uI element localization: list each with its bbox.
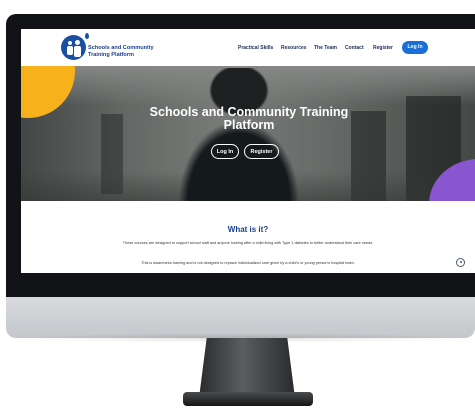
nav-login-button[interactable]: Log In bbox=[402, 41, 428, 54]
section-paragraph: These courses are designed to support sc… bbox=[122, 241, 374, 245]
logo-droplet-icon bbox=[85, 33, 89, 39]
nav-item-contact[interactable]: Contact bbox=[345, 45, 364, 51]
monitor-stand-neck bbox=[199, 338, 295, 398]
nav-item-the-team[interactable]: The Team bbox=[314, 45, 337, 51]
monitor-chin bbox=[6, 297, 475, 338]
logo-mark-icon[interactable] bbox=[61, 35, 86, 60]
hero-section: Schools and Community Training Platform … bbox=[21, 66, 475, 201]
monitor-stand-base bbox=[183, 392, 313, 406]
what-is-it-section: What is it? These courses are designed t… bbox=[21, 201, 475, 273]
section-paragraph: This is awareness training and is not de… bbox=[141, 261, 355, 265]
hero-register-button[interactable]: Register bbox=[244, 144, 279, 159]
nav-item-practical-skills[interactable]: Practical Skills bbox=[238, 45, 273, 51]
section-heading: What is it? bbox=[227, 225, 269, 234]
brand-name-line2: Training Platform bbox=[88, 51, 134, 58]
cookie-settings-icon[interactable] bbox=[456, 258, 465, 267]
monitor-mockup: Schools and Community Training Platform … bbox=[0, 0, 475, 410]
hero-title: Schools and Community Training Platform bbox=[149, 105, 349, 132]
nav-item-resources[interactable]: Resources bbox=[281, 45, 307, 51]
top-navigation: Schools and Community Training Platform … bbox=[21, 29, 475, 66]
brand-name[interactable]: Schools and Community Training Platform bbox=[88, 45, 168, 58]
nav-item-register[interactable]: Register bbox=[373, 45, 393, 51]
hero-overlay bbox=[21, 66, 475, 201]
website-screen: Schools and Community Training Platform … bbox=[21, 29, 475, 273]
hero-login-button[interactable]: Log In bbox=[211, 144, 239, 159]
